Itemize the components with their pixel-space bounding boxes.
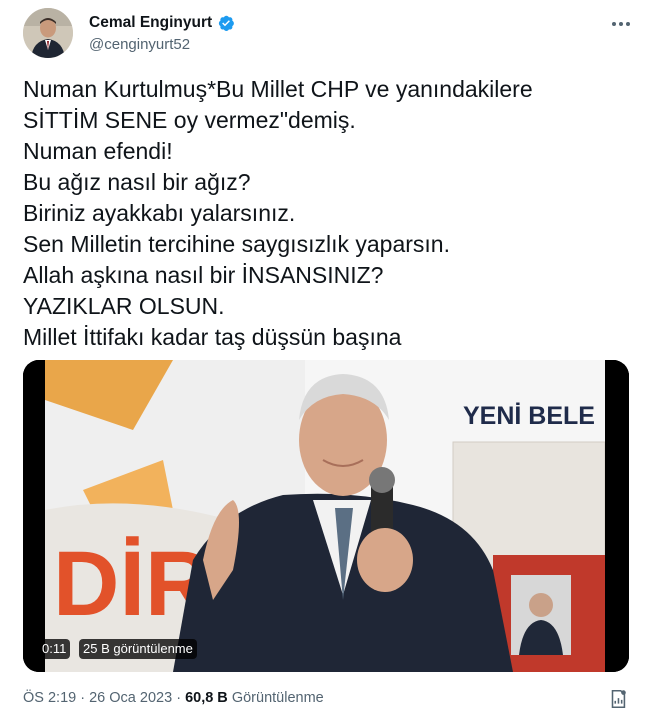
name-row: Cemal Enginyurt xyxy=(89,14,235,32)
verified-badge-icon xyxy=(217,14,235,32)
display-name[interactable]: Cemal Enginyurt xyxy=(89,14,212,32)
backdrop-sign-text: YENİ BELE xyxy=(463,402,595,430)
tweet-meta: ÖS 2:19 · 26 Oca 2023 · 60,8 B Görüntüle… xyxy=(23,690,324,706)
meta-separator: · xyxy=(176,690,182,706)
handle[interactable]: @cenginyurt52 xyxy=(89,36,190,53)
avatar[interactable] xyxy=(23,8,73,58)
avatar-photo xyxy=(23,8,73,58)
views-word: Görüntülenme xyxy=(231,690,324,706)
video-frame: DİR YENİ BELE xyxy=(23,360,629,672)
video-views-badge: 25 B görüntülenme xyxy=(79,639,197,659)
video-duration-badge: 0:11 xyxy=(38,639,71,659)
tweet-date[interactable]: 26 Oca 2023 xyxy=(89,690,172,706)
tweet-text: Numan Kurtulmuş*Bu Millet CHP ve yanında… xyxy=(23,76,533,350)
tweet-header: Cemal Enginyurt @cenginyurt52 xyxy=(23,8,633,64)
meta-separator: · xyxy=(80,690,86,706)
analytics-icon[interactable] xyxy=(607,688,629,710)
video-player[interactable]: DİR YENİ BELE xyxy=(23,360,629,672)
more-options-icon[interactable] xyxy=(609,14,633,34)
view-count: 60,8 B xyxy=(185,690,228,706)
tweet-time[interactable]: ÖS 2:19 xyxy=(23,690,76,706)
